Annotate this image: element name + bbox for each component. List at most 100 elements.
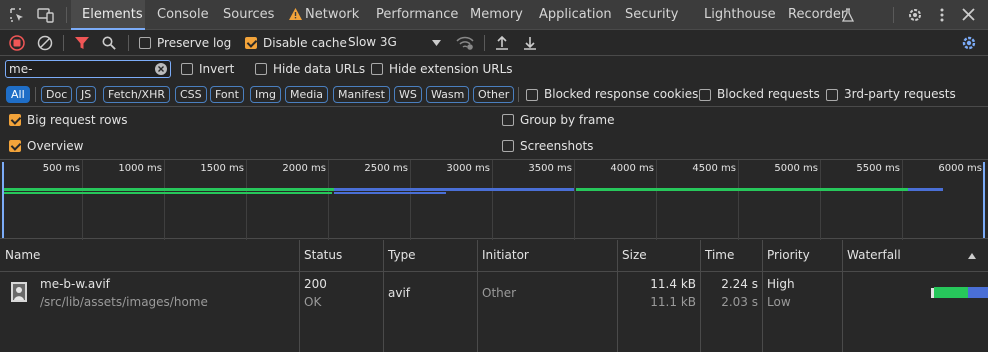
- tick-label: 2500 ms: [364, 163, 408, 174]
- export-har-icon[interactable]: [523, 35, 537, 51]
- type-filter-wasm[interactable]: Wasm: [426, 86, 470, 103]
- gear-icon[interactable]: [907, 7, 923, 23]
- request-resource-size: 11.1 kB: [650, 295, 696, 309]
- tick-label: 4500 ms: [692, 163, 736, 174]
- tab-network-label: Network: [305, 7, 360, 22]
- type-filter-font[interactable]: Font: [210, 86, 244, 103]
- hide-data-urls-checkbox[interactable]: [255, 63, 267, 75]
- table-row[interactable]: me-b-w.avif /src/lib/assets/images/home …: [0, 273, 988, 315]
- type-filter-fetch-xhr[interactable]: Fetch/XHR: [103, 86, 170, 103]
- request-priority: High: [767, 277, 795, 291]
- search-icon[interactable]: [102, 36, 116, 50]
- tick-label: 1500 ms: [200, 163, 244, 174]
- throttling-value: Slow 3G: [348, 35, 397, 49]
- filter-input[interactable]: me-: [9, 61, 32, 77]
- tick-label: 3500 ms: [528, 163, 572, 174]
- tab-network[interactable]: Network: [289, 0, 360, 29]
- request-name[interactable]: me-b-w.avif: [40, 276, 110, 292]
- preserve-log-label: Preserve log: [157, 36, 232, 50]
- filter-bar: me- Invert Hide data URLs Hide extension…: [0, 56, 988, 82]
- chevron-down-icon: [432, 40, 441, 46]
- blocked-requests-label: Blocked requests: [717, 87, 820, 101]
- invert-label: Invert: [199, 62, 235, 76]
- tab-sources[interactable]: Sources: [223, 0, 274, 29]
- request-type: avif: [388, 286, 411, 300]
- preserve-log-checkbox[interactable]: [139, 37, 151, 49]
- network-conditions-icon[interactable]: [456, 35, 474, 51]
- type-filter-img[interactable]: Img: [250, 86, 281, 103]
- type-filter-all[interactable]: All: [6, 86, 30, 103]
- screenshots-label: Screenshots: [520, 139, 594, 153]
- network-overview[interactable]: 500 ms 1000 ms 1500 ms 2000 ms 2500 ms 3…: [0, 159, 988, 240]
- screenshots-checkbox[interactable]: [502, 140, 514, 152]
- request-initiator: Other: [482, 286, 517, 300]
- overview-window-handle-right[interactable]: [983, 162, 985, 238]
- resource-type-filters: All Doc JS Fetch/XHR CSS Font Img Media …: [0, 82, 988, 107]
- overview-bar-green: [576, 188, 908, 191]
- invert-checkbox[interactable]: [181, 63, 193, 75]
- network-toolbar: Preserve log Disable cache Slow 3G: [0, 30, 988, 56]
- settings-row-2: Overview Screenshots: [0, 133, 988, 159]
- filter-icon[interactable]: [75, 36, 89, 50]
- overview-label: Overview: [27, 139, 84, 153]
- tick-label: 3000 ms: [446, 163, 490, 174]
- tab-performance[interactable]: Performance: [376, 0, 458, 29]
- waterfall-download-bar: [934, 287, 968, 298]
- big-request-rows-label: Big request rows: [27, 113, 128, 127]
- tab-memory[interactable]: Memory: [470, 0, 523, 29]
- hide-data-urls-label: Hide data URLs: [273, 62, 366, 76]
- waterfall-tail-bar: [968, 287, 988, 298]
- clear-filter-icon[interactable]: [155, 63, 167, 75]
- tick-label: 6000 ms: [938, 163, 982, 174]
- tick-label: 5000 ms: [774, 163, 818, 174]
- group-by-frame-checkbox[interactable]: [502, 114, 514, 126]
- request-status: 200: [304, 277, 327, 291]
- import-har-icon[interactable]: [495, 35, 509, 51]
- type-filter-manifest[interactable]: Manifest: [333, 86, 390, 103]
- settings-row-1: Big request rows Group by frame: [0, 107, 988, 133]
- tick-label: 1000 ms: [118, 163, 162, 174]
- blocked-requests-checkbox[interactable]: [699, 89, 711, 101]
- clear-icon[interactable]: [37, 35, 53, 51]
- close-icon[interactable]: [962, 8, 975, 21]
- image-file-icon: [11, 282, 27, 302]
- big-request-rows-checkbox[interactable]: [9, 114, 21, 126]
- filter-input-box[interactable]: me-: [5, 60, 171, 78]
- type-filter-css[interactable]: CSS: [175, 86, 207, 103]
- overview-window-handle-left[interactable]: [2, 162, 4, 238]
- throttling-select[interactable]: Slow 3G: [348, 33, 443, 53]
- tick-label: 500 ms: [42, 163, 80, 174]
- overview-bar-green: [4, 188, 334, 191]
- type-filter-doc[interactable]: Doc: [41, 86, 73, 103]
- hide-extension-urls-label: Hide extension URLs: [389, 62, 513, 76]
- disable-cache-checkbox[interactable]: [245, 37, 257, 49]
- overview-bar-green: [4, 192, 332, 194]
- tick-label: 4000 ms: [610, 163, 654, 174]
- type-filter-other[interactable]: Other: [473, 86, 515, 103]
- request-time: 2.24 s: [721, 277, 758, 291]
- tab-lighthouse[interactable]: Lighthouse: [704, 0, 776, 29]
- overview-bar-blue: [908, 188, 943, 191]
- tab-console[interactable]: Console: [157, 0, 209, 29]
- tab-security[interactable]: Security: [625, 0, 678, 29]
- group-by-frame-label: Group by frame: [520, 113, 615, 127]
- record-stop-icon[interactable]: [9, 35, 25, 51]
- device-toolbar-icon[interactable]: [37, 7, 55, 23]
- type-filter-ws[interactable]: WS: [394, 86, 422, 103]
- tab-recorder[interactable]: Recorder: [788, 0, 846, 29]
- overview-checkbox[interactable]: [9, 140, 21, 152]
- network-settings-gear-icon[interactable]: [961, 35, 977, 51]
- third-party-checkbox[interactable]: [826, 89, 838, 101]
- tab-application[interactable]: Application: [539, 0, 612, 29]
- tick-label: 2000 ms: [282, 163, 326, 174]
- flask-icon: [842, 8, 854, 22]
- hide-extension-urls-checkbox[interactable]: [371, 63, 383, 75]
- type-filter-media[interactable]: Media: [285, 86, 329, 103]
- overview-bar-blue: [334, 192, 446, 194]
- blocked-cookies-checkbox[interactable]: [526, 89, 538, 101]
- request-initial-priority: Low: [767, 295, 791, 309]
- tab-elements[interactable]: Elements: [71, 0, 145, 30]
- inspect-element-icon[interactable]: [9, 7, 25, 23]
- type-filter-js[interactable]: JS: [76, 86, 97, 103]
- more-vert-icon[interactable]: [938, 7, 946, 23]
